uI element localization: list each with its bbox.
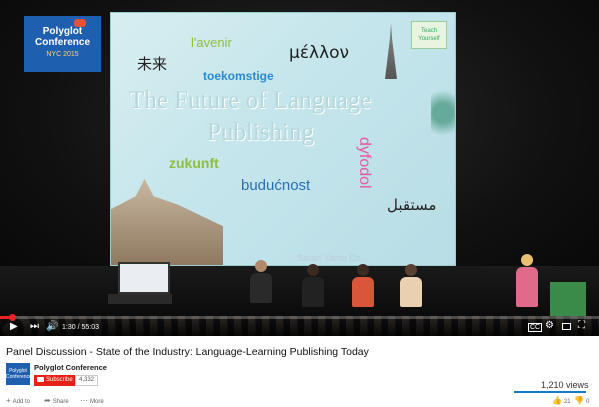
slide-word: مستقبل [387,196,437,214]
slide-word: dyfodol [356,137,373,189]
slide-word: μέλλον [289,43,350,63]
theater-icon[interactable] [562,323,571,330]
progress-bar[interactable] [0,314,599,321]
subscriber-count: 4,332 [75,375,99,386]
thumbs-up-icon: 👍 [552,396,562,405]
like-ratio-bar [514,391,586,393]
like-count: 21 [563,399,571,405]
moderator [516,254,538,307]
logo-line1: Polyglot [42,26,83,37]
view-count: 1,210 views [541,380,589,390]
building-image [111,179,223,265]
share-icon: ➦ [44,396,51,405]
avatar[interactable]: Polyglot Conference [6,363,32,385]
stage-sign [550,282,586,318]
add-to-label: Add to [12,399,31,405]
volume-icon[interactable]: 🔊 [46,322,58,332]
subscribe-label: Subscribe [46,377,73,383]
stage-monitor [118,262,170,294]
thumbs-down-icon: 👎 [574,396,584,405]
play-icon[interactable]: ▶ [10,322,18,332]
slide-word: zukunft [169,155,219,171]
leaves-image [431,83,455,143]
panelist [400,264,422,307]
slide-title-line2: Publishing [207,119,314,146]
teach-yourself-badge: Teach Yourself [411,21,447,49]
dislike-button[interactable]: 👎 0 [574,396,589,405]
share-label: Share [52,399,69,405]
panelist [352,264,374,307]
slide-word: toekomstige [203,69,274,83]
more-label: More [90,399,104,405]
more-button[interactable]: ⋯ More [80,396,104,405]
progress-knob[interactable] [8,314,16,321]
projection-slide: l'avenir μέλλον 未来 toekomstige The Futur… [110,12,456,266]
presenter-name: Sarah Yarno Co... [297,253,369,263]
logo-line2: Conference [34,37,90,48]
channel-name[interactable]: Polyglot Conference [34,363,107,372]
stage-table [108,294,172,304]
panelist [250,260,272,303]
like-ratio-fill [514,391,586,393]
gear-icon[interactable]: ⚙ [545,321,554,331]
slide-word: 未来 [137,55,168,73]
subscribe-button[interactable]: Subscribe [34,375,76,386]
dislike-count: 0 [585,399,590,405]
fullscreen-icon[interactable]: ⛶ [578,321,585,331]
panelist [302,264,324,307]
video-title: Panel Discussion - State of the Industry… [6,346,369,358]
cc-button[interactable]: CC [528,323,543,332]
slide-word: l'avenir [191,35,232,50]
video-player[interactable]: l'avenir μέλλον 未来 toekomstige The Futur… [0,0,599,336]
logo-line3: NYC 2015 [46,51,79,58]
youtube-icon [37,376,44,382]
next-icon[interactable]: ⏭ [30,322,39,332]
conference-logo: Polyglot Conference NYC 2015 [24,16,101,72]
more-icon: ⋯ [80,396,88,405]
add-to-button[interactable]: + Add to [6,396,30,405]
slide-word: budućnost [241,177,311,194]
time-display: 1:30 / 55:03 [62,324,99,331]
plus-icon: + [6,396,11,405]
speech-bubble-icon [74,19,86,27]
eiffel-tower-image [385,23,397,79]
like-button[interactable]: 👍 21 [552,396,571,405]
slide-title-line1: The Future of Language [129,87,372,114]
share-button[interactable]: ➦ Share [44,396,69,405]
